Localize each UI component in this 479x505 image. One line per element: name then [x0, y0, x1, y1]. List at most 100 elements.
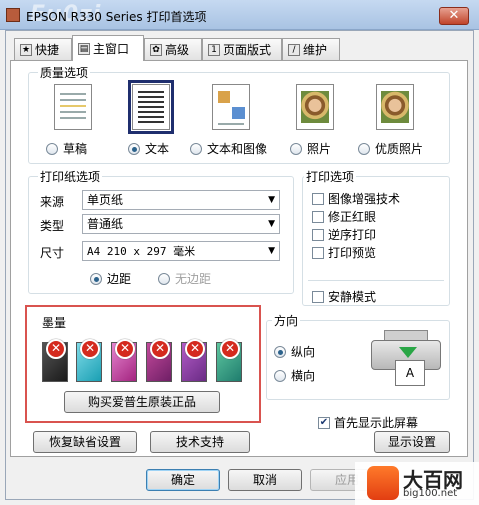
landscape-radio[interactable]: 横向 [274, 367, 315, 384]
tab-shortcut[interactable]: ★ 快捷 [14, 38, 72, 60]
red-eye-checkbox[interactable]: 修正红眼 [312, 208, 376, 225]
ok-button[interactable]: 确定 [146, 469, 220, 491]
paper-group-label: 打印纸选项 [38, 168, 103, 185]
ink-group-label: 墨量 [40, 314, 69, 331]
checkbox-label: 首先显示此屏幕 [334, 416, 419, 430]
type-label: 类型 [40, 219, 65, 233]
source-select[interactable]: 单页纸 ▼ [82, 190, 280, 210]
radio-label: 文本 [145, 142, 170, 156]
error-icon: ✕ [80, 339, 100, 359]
tech-support-button[interactable]: 技术支持 [150, 431, 250, 453]
feed-arrow-icon [399, 347, 417, 358]
size-select[interactable]: A4 210 x 297 毫米 ▼ [82, 241, 280, 261]
star-icon: ★ [20, 43, 32, 56]
checkbox-box [312, 246, 324, 259]
radio-label: 草稿 [63, 142, 88, 156]
tab-label: 高级 [165, 43, 190, 57]
chevron-down-icon: ▼ [268, 246, 275, 256]
select-value: 普通纸 [87, 217, 124, 231]
margin-radio[interactable]: 边距 [90, 270, 131, 287]
size-label: 尺寸 [40, 246, 65, 260]
quality-text-radio[interactable]: 文本 [128, 140, 169, 157]
chevron-down-icon: ▼ [268, 219, 275, 229]
window-title: EPSON R330 Series 打印首选项 [26, 10, 207, 24]
quality-photo-radio[interactable]: 照片 [290, 140, 331, 157]
tab-page-layout[interactable]: 1 页面版式 [202, 38, 282, 60]
quality-best-photo-radio[interactable]: 优质照片 [358, 140, 423, 157]
select-value: A4 210 x 297 毫米 [87, 245, 196, 258]
radio-indicator [290, 142, 302, 155]
checkbox-label: 安静模式 [328, 290, 377, 304]
tab-advanced[interactable]: ✿ 高级 [144, 38, 202, 60]
image-enhance-checkbox[interactable]: 图像增强技术 [312, 190, 400, 207]
print-preview-checkbox[interactable]: 打印预览 [312, 244, 376, 261]
chevron-down-icon: ▼ [268, 195, 275, 205]
page-icon: 1 [208, 43, 220, 56]
buy-genuine-ink-button[interactable]: 购买爱普生原装正品 [64, 391, 220, 413]
printer-icon: ▤ [78, 42, 90, 55]
quality-text-image-radio[interactable]: 文本和图像 [190, 140, 267, 157]
draft-thumbnail-icon[interactable] [54, 84, 92, 130]
divider [308, 280, 444, 281]
orientation-group-label: 方向 [272, 312, 301, 329]
checkbox-label: 打印预览 [328, 246, 377, 260]
print-options-group-label: 打印选项 [304, 168, 357, 185]
radio-label: 纵向 [291, 345, 316, 359]
radio-label: 文本和图像 [207, 142, 268, 156]
checkbox-box [312, 290, 324, 303]
show-settings-button[interactable]: 显示设置 [374, 431, 450, 453]
checkbox-box [312, 228, 324, 241]
ink-cartridge-cyan: ✕ [76, 339, 102, 382]
site-logo: 大百网 big100.net [355, 462, 479, 505]
logo-url: big100.net [403, 488, 458, 499]
error-icon: ✕ [150, 339, 170, 359]
radio-indicator [358, 142, 370, 155]
radio-indicator [190, 142, 202, 155]
paper-orientation-icon: A [395, 360, 425, 386]
printer-app-icon [6, 8, 20, 22]
reverse-order-checkbox[interactable]: 逆序打印 [312, 226, 376, 243]
logo-mark-icon [367, 466, 399, 500]
checkbox-box [312, 192, 324, 205]
error-icon: ✕ [115, 339, 135, 359]
checkbox-label: 图像增强技术 [328, 192, 401, 206]
radio-indicator [274, 345, 286, 358]
portrait-radio[interactable]: 纵向 [274, 343, 315, 360]
type-select[interactable]: 普通纸 ▼ [82, 214, 280, 234]
show-screen-first-checkbox[interactable]: ✔ 首先显示此屏幕 [318, 414, 418, 431]
close-button[interactable]: ✕ [439, 7, 469, 25]
checkbox-box [312, 210, 324, 223]
quiet-mode-checkbox[interactable]: 安静模式 [312, 288, 376, 305]
source-label: 来源 [40, 195, 65, 209]
error-icon: ✕ [220, 339, 240, 359]
error-icon: ✕ [185, 339, 205, 359]
radio-indicator [128, 142, 140, 155]
tab-label: 维护 [303, 43, 328, 57]
best-photo-thumbnail-icon[interactable] [376, 84, 414, 130]
ink-cartridge-purple: ✕ [146, 339, 172, 382]
radio-label: 无边距 [175, 272, 212, 286]
borderless-radio[interactable]: 无边距 [158, 270, 211, 287]
checkbox-box: ✔ [318, 416, 330, 429]
checkbox-label: 逆序打印 [328, 228, 377, 242]
photo-thumbnail-icon[interactable] [296, 84, 334, 130]
text-image-thumbnail-icon[interactable] [212, 84, 250, 130]
text-thumbnail-icon[interactable] [128, 80, 174, 134]
quality-draft-radio[interactable]: 草稿 [46, 140, 87, 157]
tab-maintenance[interactable]: / 维护 [282, 38, 340, 60]
tab-main[interactable]: ▤ 主窗口 [72, 35, 144, 61]
ink-cartridge-magenta: ✕ [111, 339, 137, 382]
tab-label: 页面版式 [223, 43, 272, 57]
ink-cartridge-light-magenta: ✕ [181, 339, 207, 382]
restore-defaults-button[interactable]: 恢复缺省设置 [33, 431, 137, 453]
radio-label: 照片 [307, 142, 332, 156]
checkbox-label: 修正红眼 [328, 210, 377, 224]
wrench-icon: / [288, 43, 300, 56]
radio-label: 边距 [107, 272, 132, 286]
quality-group-label: 质量选项 [38, 64, 91, 81]
radio-indicator [274, 369, 286, 382]
radio-indicator [46, 142, 58, 155]
radio-indicator [90, 272, 102, 285]
radio-label: 优质照片 [375, 142, 424, 156]
cancel-button[interactable]: 取消 [228, 469, 302, 491]
